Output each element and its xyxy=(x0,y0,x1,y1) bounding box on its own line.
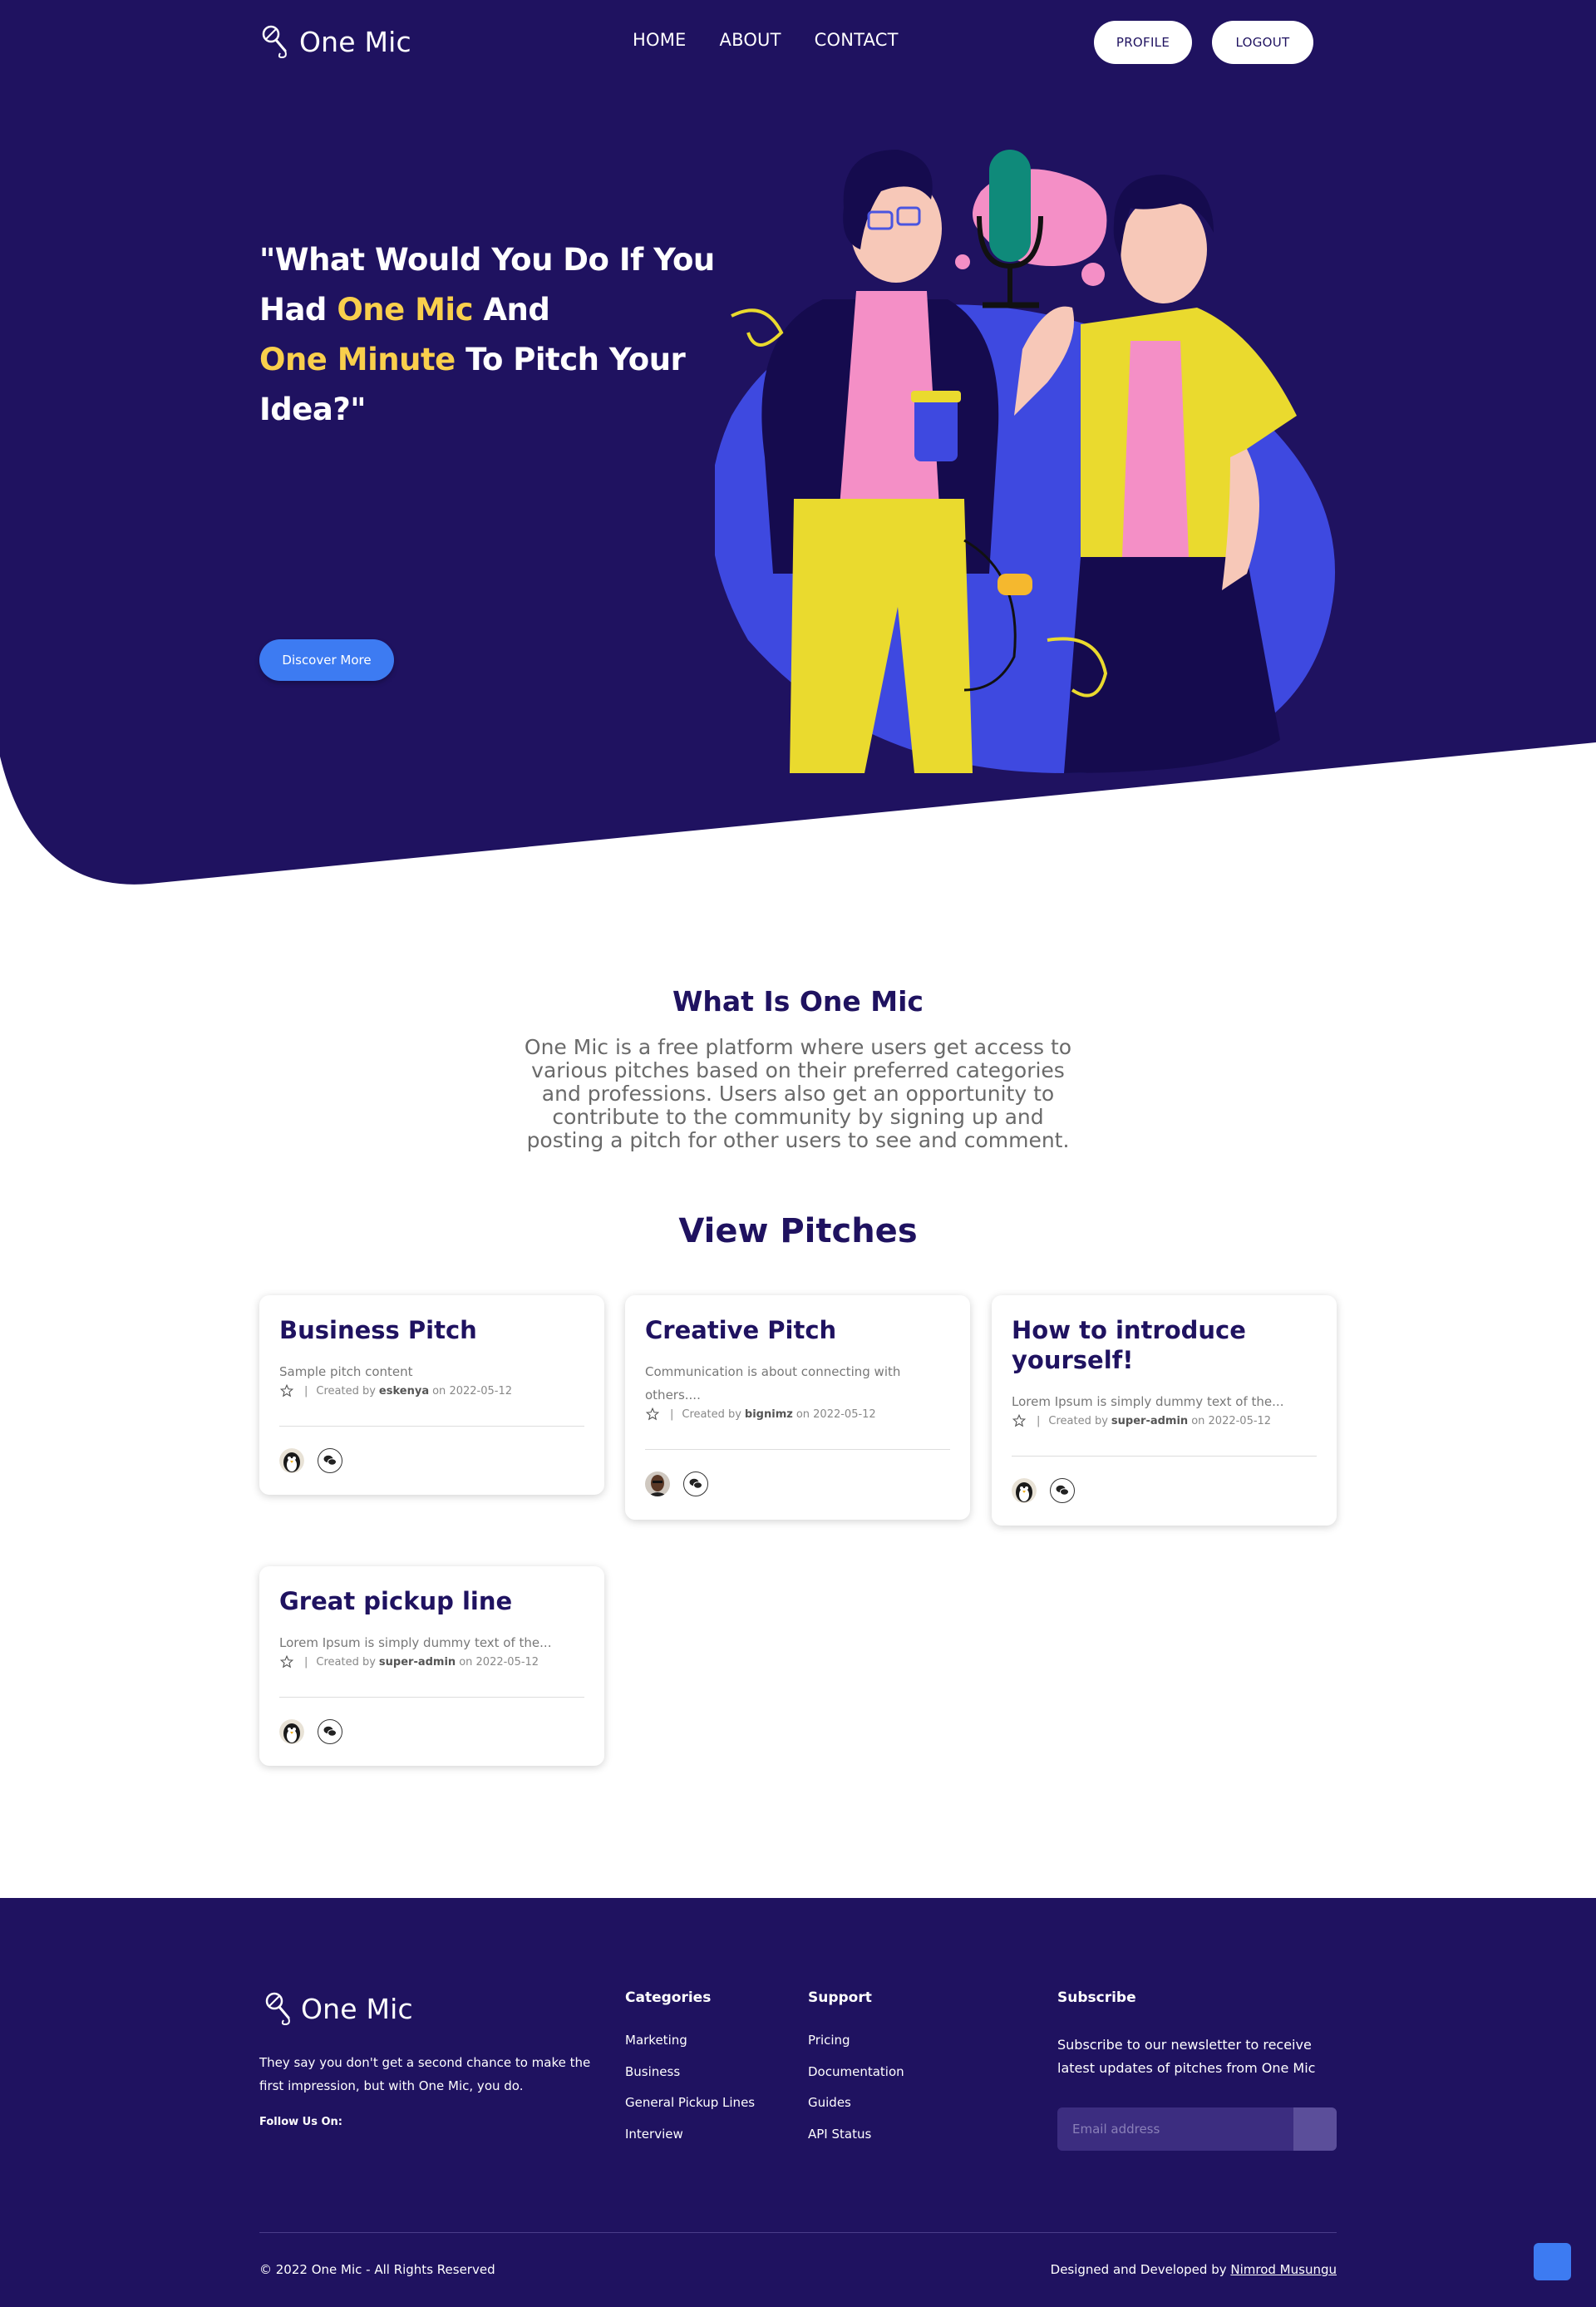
hero-title: "What Would You Do If You Had One Mic An… xyxy=(259,242,715,427)
footer-link-interview[interactable]: Interview xyxy=(625,2127,683,2142)
categories-list: Marketing Business General Pickup Lines … xyxy=(625,2033,755,2157)
support-heading: Support xyxy=(808,1989,872,2006)
comments-icon xyxy=(323,1455,337,1466)
footer: One Mic They say you don't get a second … xyxy=(0,1898,1596,2307)
pitch-card[interactable]: Great pickup line Lorem Ipsum is simply … xyxy=(259,1566,604,1766)
pitch-description: Communication is about connecting with o… xyxy=(645,1364,901,1402)
developer-credit: Designed and Developed by Nimrod Musungu xyxy=(1050,2262,1337,2277)
discover-more-button[interactable]: Discover More xyxy=(259,639,394,681)
footer-link-general-pickup-lines[interactable]: General Pickup Lines xyxy=(625,2095,755,2110)
categories-heading: Categories xyxy=(625,1989,712,2006)
comment-button[interactable] xyxy=(1050,1478,1075,1503)
penguin-avatar xyxy=(279,1448,304,1473)
footer-logo-text: One Mic xyxy=(301,1992,413,2025)
footer-link-business[interactable]: Business xyxy=(625,2064,680,2079)
pitch-description: Lorem Ipsum is simply dummy text of the.… xyxy=(1012,1394,1284,1409)
star-icon[interactable] xyxy=(645,1407,660,1422)
subscribe-description: Subscribe to our newsletter to receive l… xyxy=(1057,2037,1316,2076)
pitch-author: super-admin xyxy=(378,1655,456,1669)
pitch-card[interactable]: Creative Pitch Communication is about co… xyxy=(625,1295,970,1520)
pitch-title[interactable]: Creative Pitch xyxy=(645,1315,953,1345)
microphone-logo-icon xyxy=(262,25,287,59)
comment-button[interactable] xyxy=(318,1719,342,1744)
email-input[interactable] xyxy=(1057,2107,1293,2151)
pitch-title[interactable]: Business Pitch xyxy=(279,1315,587,1345)
pitches-title: View Pitches xyxy=(678,1212,918,1250)
navbar: One Mic HOME ABOUT CONTACT PROFILE LOGOU… xyxy=(0,0,1596,83)
pitch-title[interactable]: How to introduce yourself! xyxy=(1012,1315,1261,1375)
hero-highlight-one-minute: One Minute xyxy=(259,342,456,377)
comment-button[interactable] xyxy=(683,1471,708,1496)
penguin-avatar xyxy=(1012,1478,1037,1503)
footer-link-marketing[interactable]: Marketing xyxy=(625,2033,687,2048)
star-icon[interactable] xyxy=(1012,1413,1027,1428)
pitch-author: bignimz xyxy=(744,1407,793,1421)
hero-section: One Mic HOME ABOUT CONTACT PROFILE LOGOU… xyxy=(0,0,1596,923)
microphone-logo-icon xyxy=(265,1992,290,2026)
developer-link[interactable]: Nimrod Musungu xyxy=(1230,2262,1337,2277)
pitch-author: super-admin xyxy=(1111,1414,1189,1427)
pitch-meta: | Created by eskenya on 2022-05-12 xyxy=(279,1383,587,1398)
footer-divider xyxy=(259,2232,1337,2233)
subscribe-submit-button[interactable] xyxy=(1293,2107,1337,2151)
logout-button[interactable]: LOGOUT xyxy=(1212,21,1313,64)
pitch-meta: | Created by bignimz on 2022-05-12 xyxy=(645,1407,953,1422)
footer-link-guides[interactable]: Guides xyxy=(808,2095,851,2110)
comments-icon xyxy=(323,1726,337,1737)
comments-icon xyxy=(1056,1485,1069,1496)
footer-link-documentation[interactable]: Documentation xyxy=(808,2064,904,2079)
support-list: Pricing Documentation Guides API Status xyxy=(808,2033,904,2157)
pitch-author: eskenya xyxy=(378,1384,430,1398)
pitch-date: 2022-05-12 xyxy=(813,1407,876,1421)
card-divider xyxy=(1012,1456,1317,1457)
profile-button[interactable]: PROFILE xyxy=(1094,21,1192,64)
about-title: What Is One Mic xyxy=(672,985,924,1018)
scroll-to-top-button[interactable] xyxy=(1534,2243,1571,2280)
comment-button[interactable] xyxy=(318,1448,342,1473)
footer-logo[interactable]: One Mic xyxy=(263,1989,413,2028)
pitch-card[interactable]: Business Pitch Sample pitch content | Cr… xyxy=(259,1295,604,1495)
footer-tagline: They say you don't get a second chance t… xyxy=(259,2055,591,2093)
about-description: One Mic is a free platform where users g… xyxy=(524,1035,1072,1152)
card-divider xyxy=(645,1449,950,1450)
card-divider xyxy=(279,1426,584,1427)
pitch-description: Lorem Ipsum is simply dummy text of the.… xyxy=(279,1635,552,1650)
pitch-title[interactable]: Great pickup line xyxy=(279,1586,587,1616)
logo-text: One Mic xyxy=(299,25,411,58)
copyright: © 2022 One Mic - All Rights Reserved xyxy=(259,2262,495,2277)
pitch-card[interactable]: How to introduce yourself! Lorem Ipsum i… xyxy=(992,1295,1337,1526)
star-icon[interactable] xyxy=(279,1654,294,1669)
footer-link-pricing[interactable]: Pricing xyxy=(808,2033,850,2048)
pitch-date: 2022-05-12 xyxy=(475,1655,539,1669)
card-divider xyxy=(279,1697,584,1698)
logo[interactable]: One Mic xyxy=(259,20,411,63)
pitch-description: Sample pitch content xyxy=(279,1364,413,1379)
pitch-meta: | Created by super-admin on 2022-05-12 xyxy=(279,1654,587,1669)
penguin-avatar xyxy=(279,1719,304,1744)
hero-highlight-one-mic: One Mic xyxy=(337,292,474,328)
subscribe-heading: Subscribe xyxy=(1057,1989,1136,2006)
comments-icon xyxy=(689,1478,702,1489)
pitch-date: 2022-05-12 xyxy=(449,1384,512,1398)
nav-home-link[interactable]: HOME xyxy=(633,30,687,50)
follow-us-label: Follow Us On: xyxy=(259,2116,342,2128)
footer-link-api-status[interactable]: API Status xyxy=(808,2127,871,2142)
star-icon[interactable] xyxy=(279,1383,294,1398)
pitch-date: 2022-05-12 xyxy=(1208,1414,1272,1427)
hero-illustration xyxy=(715,150,1335,773)
photo-avatar xyxy=(645,1471,670,1496)
nav-contact-link[interactable]: CONTACT xyxy=(815,30,899,50)
pitch-meta: | Created by super-admin on 2022-05-12 xyxy=(1012,1413,1319,1428)
nav-about-link[interactable]: ABOUT xyxy=(720,30,781,50)
main-nav: HOME ABOUT CONTACT xyxy=(633,30,899,50)
